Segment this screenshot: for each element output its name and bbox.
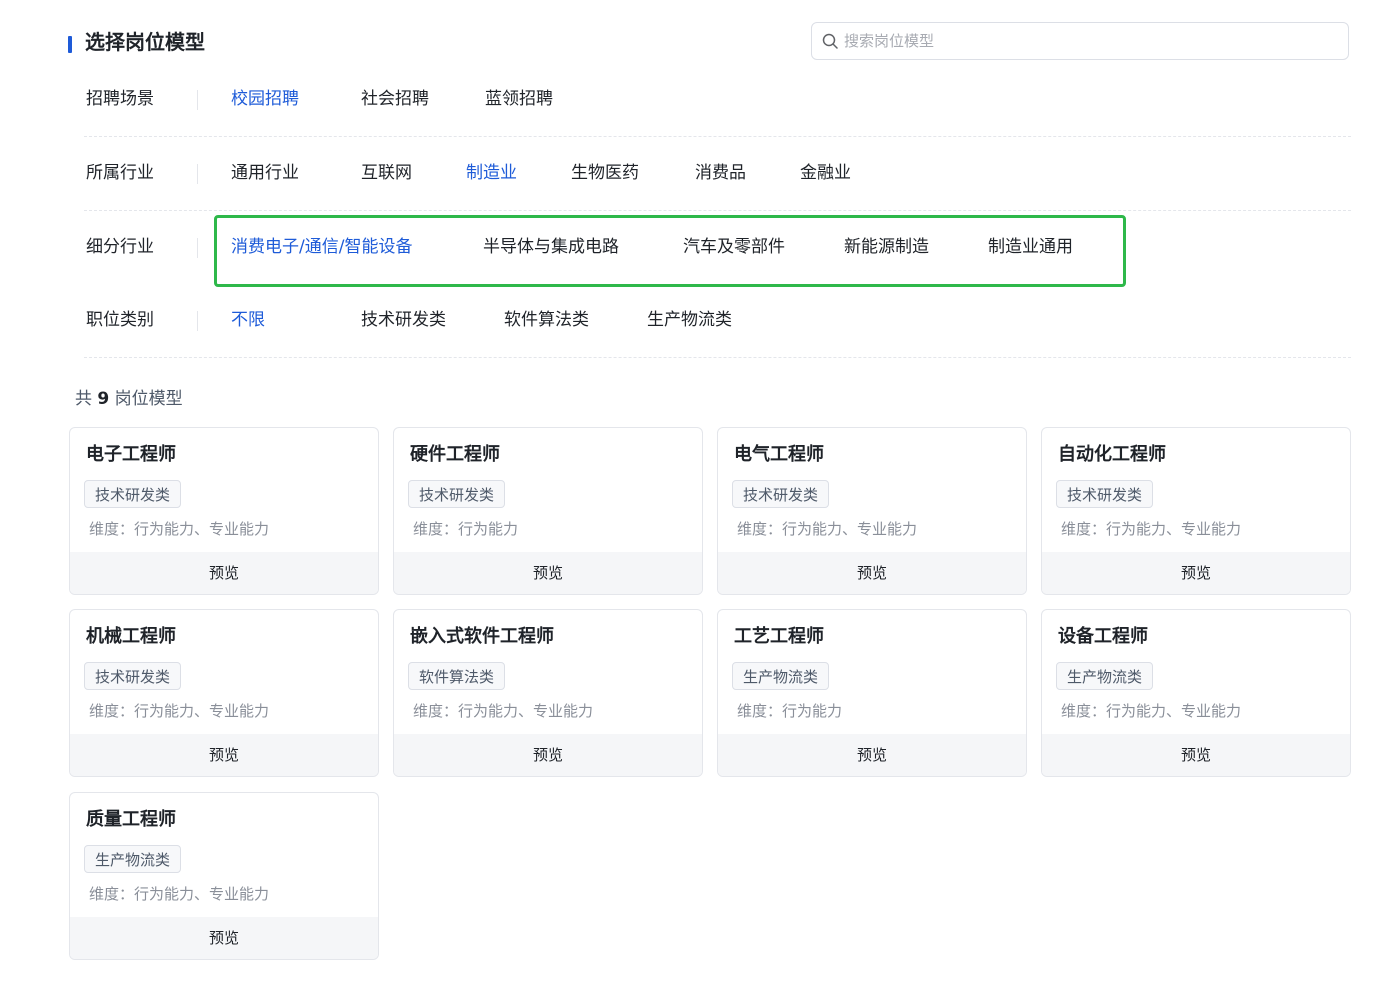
card-tag: 技术研发类	[84, 662, 182, 690]
preview-button[interactable]: 预览	[718, 552, 1026, 594]
result-count-suffix: 岗位模型	[114, 389, 183, 409]
card-dimensions: 维度：行为能力、专业能力	[89, 702, 270, 720]
page-header: 选择岗位模型	[68, 22, 1351, 64]
model-card[interactable]: 自动化工程师 技术研发类 维度：行为能力、专业能力 预览	[1041, 427, 1351, 595]
filter-option-bluecollar[interactable]: 蓝领招聘	[485, 62, 553, 136]
model-card[interactable]: 设备工程师 生产物流类 维度：行为能力、专业能力 预览	[1041, 609, 1351, 777]
preview-button[interactable]: 预览	[1042, 734, 1350, 776]
card-dimensions: 维度：行为能力、专业能力	[1061, 520, 1242, 538]
filter-option-social[interactable]: 社会招聘	[361, 62, 429, 136]
title-accent-bar	[68, 36, 72, 53]
model-card[interactable]: 电气工程师 技术研发类 维度：行为能力、专业能力 预览	[717, 427, 1027, 595]
card-dimensions: 维度：行为能力	[413, 520, 519, 538]
card-tag: 生产物流类	[1056, 662, 1154, 690]
card-dimensions: 维度：行为能力、专业能力	[89, 520, 270, 538]
model-card[interactable]: 硬件工程师 技术研发类 维度：行为能力 预览	[393, 427, 703, 595]
preview-button[interactable]: 预览	[70, 734, 378, 776]
filter-row-scene: 招聘场景 校园招聘 社会招聘 蓝领招聘	[84, 62, 1351, 137]
preview-button[interactable]: 预览	[70, 552, 378, 594]
result-count-prefix: 共	[75, 389, 92, 409]
card-title: 质量工程师	[86, 809, 176, 830]
card-dimensions: 维度：行为能力、专业能力	[413, 702, 594, 720]
card-dimensions: 维度：行为能力	[737, 702, 843, 720]
card-tag: 技术研发类	[84, 480, 182, 508]
result-count: 共 9 岗位模型	[75, 387, 183, 411]
card-title: 自动化工程师	[1058, 444, 1166, 465]
filter-label: 细分行业	[86, 237, 154, 257]
filter-option-software[interactable]: 软件算法类	[504, 283, 589, 357]
filter-label: 所属行业	[86, 163, 154, 183]
model-card[interactable]: 机械工程师 技术研发类 维度：行为能力、专业能力 预览	[69, 609, 379, 777]
filter-option-biomed[interactable]: 生物医药	[571, 136, 639, 210]
filter-option-general[interactable]: 通用行业	[231, 136, 299, 210]
preview-button[interactable]: 预览	[718, 734, 1026, 776]
filter-option-semiconductor[interactable]: 半导体与集成电路	[483, 210, 619, 284]
filter-option-internet[interactable]: 互联网	[361, 136, 412, 210]
card-tag: 生产物流类	[84, 845, 182, 873]
search-icon	[822, 33, 838, 49]
card-dimensions: 维度：行为能力、专业能力	[737, 520, 918, 538]
card-dimensions: 维度：行为能力、专业能力	[1061, 702, 1242, 720]
card-tag: 技术研发类	[1056, 480, 1154, 508]
preview-button[interactable]: 预览	[70, 917, 378, 959]
model-card[interactable]: 电子工程师 技术研发类 维度：行为能力、专业能力 预览	[69, 427, 379, 595]
card-title: 设备工程师	[1058, 626, 1148, 647]
card-title: 工艺工程师	[734, 626, 824, 647]
preview-button[interactable]: 预览	[394, 734, 702, 776]
filter-divider	[197, 164, 198, 184]
search-box[interactable]	[811, 22, 1349, 60]
filter-option-any[interactable]: 不限	[231, 283, 265, 357]
card-tag: 技术研发类	[732, 480, 830, 508]
filter-divider	[197, 311, 198, 331]
model-card[interactable]: 工艺工程师 生产物流类 维度：行为能力 预览	[717, 609, 1027, 777]
filter-option-finance[interactable]: 金融业	[800, 136, 851, 210]
preview-button[interactable]: 预览	[1042, 552, 1350, 594]
card-tag: 技术研发类	[408, 480, 506, 508]
filter-option-electronics[interactable]: 消费电子/通信/智能设备	[231, 210, 412, 284]
result-count-number: 9	[97, 389, 110, 409]
filter-option-newenergy[interactable]: 新能源制造	[844, 210, 929, 284]
filter-row-industry: 所属行业 通用行业 互联网 制造业 生物医药 消费品 金融业	[84, 136, 1351, 211]
filter-divider	[197, 90, 198, 110]
model-card[interactable]: 嵌入式软件工程师 软件算法类 维度：行为能力、专业能力 预览	[393, 609, 703, 777]
search-input[interactable]	[844, 23, 1334, 59]
filter-option-automotive[interactable]: 汽车及零部件	[683, 210, 785, 284]
card-title: 电气工程师	[734, 444, 824, 465]
filter-option-rnd[interactable]: 技术研发类	[361, 283, 446, 357]
filter-label: 职位类别	[86, 310, 154, 330]
filter-option-campus[interactable]: 校园招聘	[231, 62, 299, 136]
card-tag: 生产物流类	[732, 662, 830, 690]
filter-option-manufacturing[interactable]: 制造业	[466, 136, 517, 210]
card-title: 机械工程师	[86, 626, 176, 647]
filter-option-production[interactable]: 生产物流类	[647, 283, 732, 357]
card-title: 硬件工程师	[410, 444, 500, 465]
page-title: 选择岗位模型	[85, 30, 205, 54]
card-title: 电子工程师	[86, 444, 176, 465]
filter-row-category: 职位类别 不限 技术研发类 软件算法类 生产物流类	[84, 283, 1351, 358]
filter-divider	[197, 238, 198, 258]
filter-row-subindustry: 细分行业 消费电子/通信/智能设备 半导体与集成电路 汽车及零部件 新能源制造 …	[84, 210, 1351, 284]
preview-button[interactable]: 预览	[394, 552, 702, 594]
model-card[interactable]: 质量工程师 生产物流类 维度：行为能力、专业能力 预览	[69, 792, 379, 960]
card-title: 嵌入式软件工程师	[410, 626, 554, 647]
filter-option-mfg-general[interactable]: 制造业通用	[988, 210, 1073, 284]
card-dimensions: 维度：行为能力、专业能力	[89, 885, 270, 903]
filter-label: 招聘场景	[86, 89, 154, 109]
filter-option-consumer[interactable]: 消费品	[695, 136, 746, 210]
card-tag: 软件算法类	[408, 662, 506, 690]
